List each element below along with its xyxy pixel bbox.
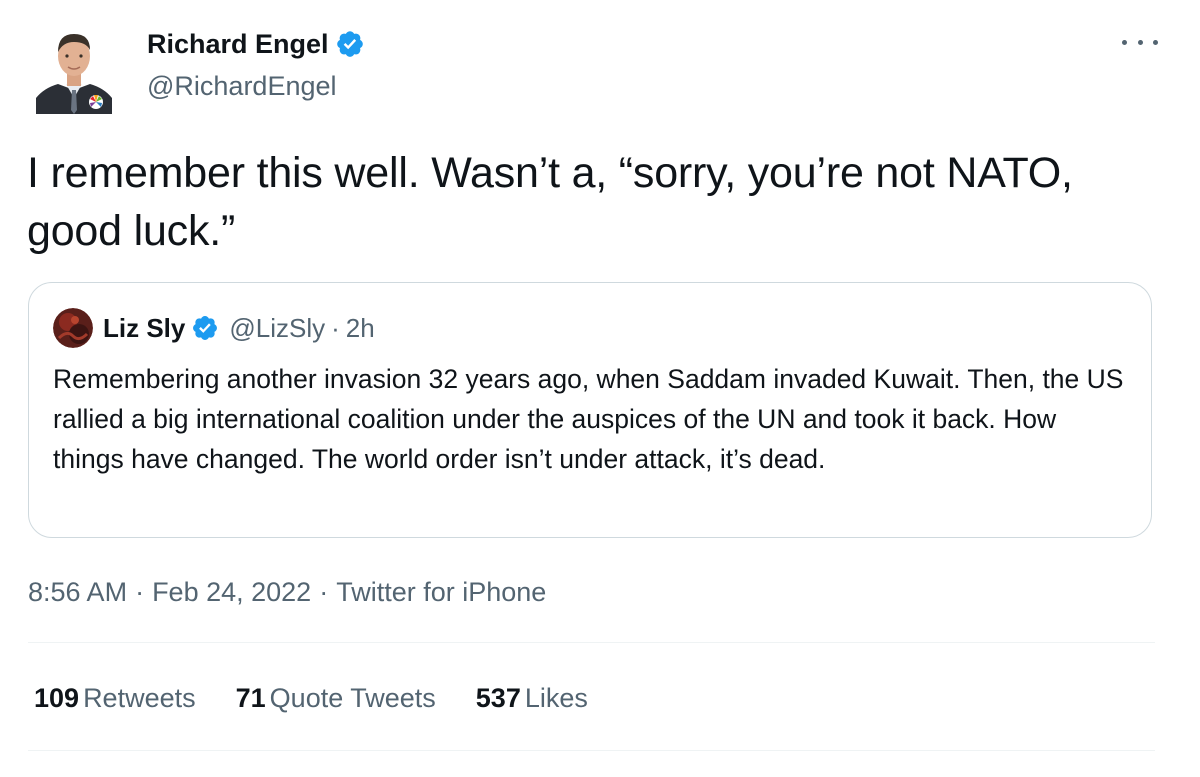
quote-text: Remembering another invasion 32 years ag…: [53, 364, 1124, 474]
likes-stat[interactable]: 537 Likes: [476, 680, 588, 716]
retweets-count: 109: [34, 683, 80, 713]
quote-timestamp[interactable]: 2h: [346, 311, 375, 345]
author-handle[interactable]: @RichardEngel: [147, 70, 337, 102]
tweet-source[interactable]: Twitter for iPhone: [336, 577, 546, 607]
author-avatar[interactable]: [36, 18, 112, 114]
quote-author-avatar[interactable]: [53, 308, 93, 348]
quote-header: Liz Sly @LizSly · 2h: [103, 311, 375, 345]
retweets-stat[interactable]: 109 Retweets: [34, 680, 196, 716]
retweets-label: Retweets: [83, 683, 196, 713]
author-name-text[interactable]: Richard Engel: [147, 28, 329, 60]
divider: [28, 642, 1155, 643]
quote-author-name[interactable]: Liz Sly: [103, 311, 185, 345]
quoted-tweet[interactable]: Liz Sly @LizSly · 2h Remembering another…: [28, 282, 1152, 538]
tweet-time[interactable]: 8:56 AM: [28, 577, 127, 607]
tweet-date[interactable]: Feb 24, 2022: [152, 577, 311, 607]
tweet-text: I remember this well. Wasn’t a, “sorry, …: [27, 149, 1073, 255]
engagement-stats: 109 Retweets 71 Quote Tweets 537 Likes: [34, 680, 628, 716]
likes-count: 537: [475, 683, 521, 713]
quote-author-handle[interactable]: @LizSly: [229, 311, 325, 345]
verified-badge-icon: [191, 314, 219, 342]
more-options-icon[interactable]: [1122, 28, 1158, 56]
meta-separator: ·: [135, 577, 145, 607]
verified-badge-icon: [335, 29, 365, 59]
quote-tweets-count: 71: [235, 683, 266, 713]
quote-tweets-label: Quote Tweets: [269, 683, 436, 713]
quote-tweets-stat[interactable]: 71 Quote Tweets: [236, 680, 436, 716]
divider: [28, 750, 1155, 751]
author-name[interactable]: Richard Engel: [147, 28, 365, 60]
meta-separator: ·: [319, 577, 329, 607]
quote-separator: ·: [331, 313, 340, 343]
tweet-meta: 8:56 AM · Feb 24, 2022 · Twitter for iPhone: [28, 574, 546, 610]
likes-label: Likes: [524, 683, 588, 713]
